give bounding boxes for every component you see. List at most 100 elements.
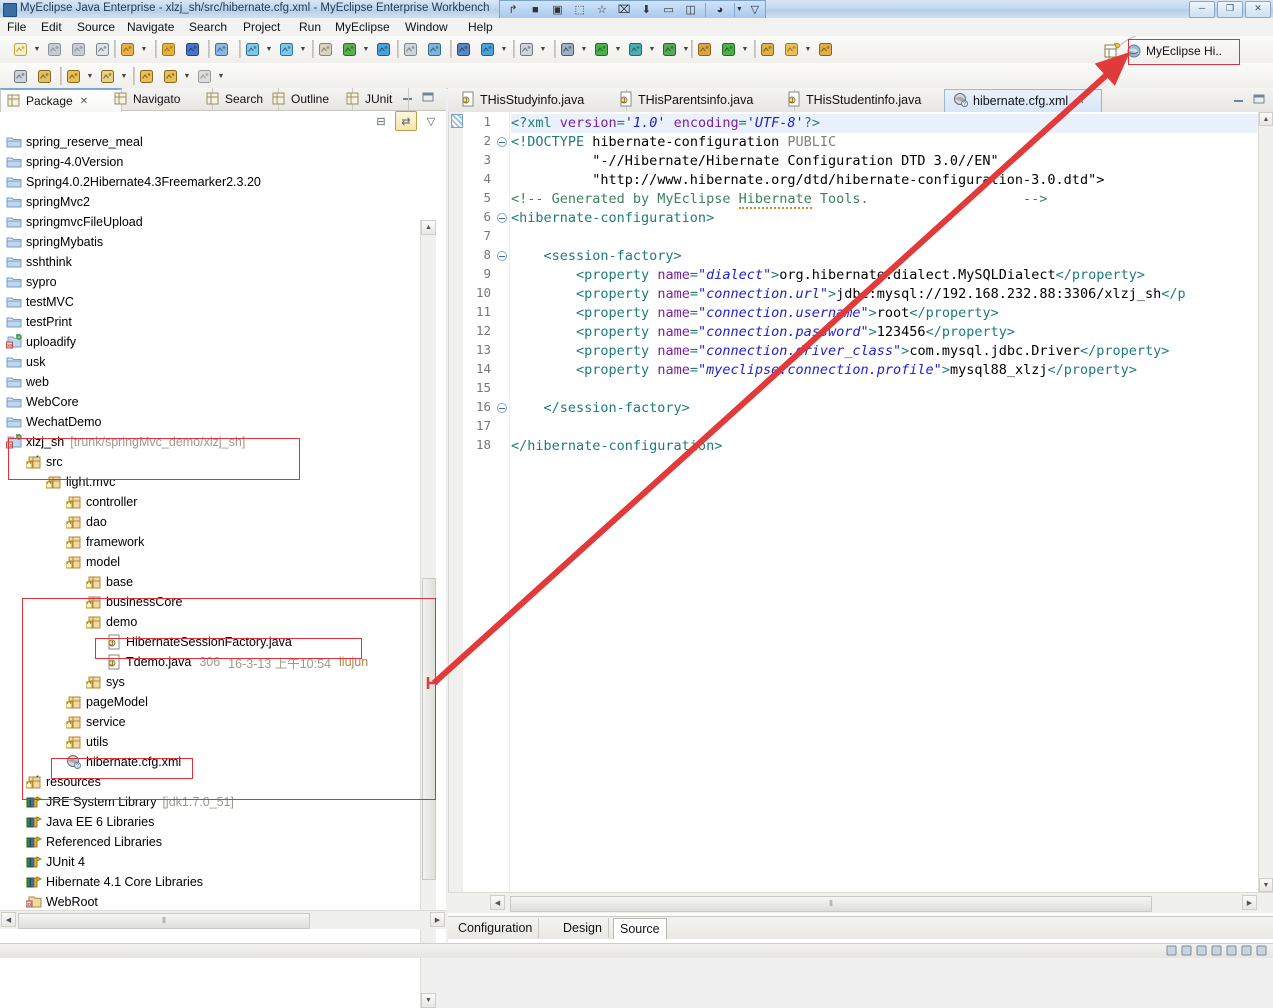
code-line[interactable]: </session-factory> [511, 399, 690, 418]
code-fold-toggle[interactable] [497, 213, 507, 223]
freehand-capture-icon[interactable]: ⬚ [570, 1, 590, 19]
previous-annotation-dropdown-arrow[interactable]: ▼ [119, 65, 129, 87]
tree-item[interactable]: WebCore [0, 392, 428, 412]
project-tree[interactable]: spring_reserve_meal spring-4.0Version Spri… [0, 132, 428, 1008]
annotation-icon[interactable] [32, 64, 56, 88]
window-icon[interactable] [1166, 945, 1177, 956]
profile-icon[interactable] [623, 37, 647, 61]
editor-maximize-button[interactable] [1251, 92, 1267, 106]
left-view-tab-navigato[interactable]: Navigato [108, 88, 213, 110]
snapshot-dropdown-arrow[interactable]: ▼ [538, 38, 548, 60]
menu-bar[interactable]: File Edit Source Navigate Search Project Run My… [0, 18, 1273, 37]
run-dropdown-arrow[interactable]: ▼ [613, 38, 623, 60]
search-dropdown-arrow[interactable]: ▼ [803, 38, 813, 60]
network-icon[interactable] [1256, 945, 1267, 956]
tree-item[interactable]: sypro [0, 272, 428, 292]
left-view-tab-junit[interactable]: JUnit [340, 88, 409, 110]
code-line[interactable]: <property name="connection.url">jdbc:mys… [511, 285, 1186, 304]
tree-item[interactable]: xx uploadify [0, 332, 428, 352]
tree-item[interactable]: J HibernateSessionFactory.java [0, 632, 428, 652]
save-icon[interactable] [42, 37, 66, 61]
tree-vscroll-thumb[interactable] [422, 578, 436, 880]
tree-item[interactable]: spring-4.0Version [0, 152, 428, 172]
forward-dropdown-arrow[interactable]: ▼ [216, 65, 226, 87]
tree-item[interactable]: Hibernate 4.1 Core Libraries [0, 872, 428, 892]
menu-search[interactable]: Search [184, 20, 232, 34]
region-capture-icon[interactable]: ▣ [547, 1, 567, 19]
palette-icon[interactable]: ◕ [710, 1, 730, 19]
tree-item[interactable]: J Tdemo.java 306 16-3-13 上午10:54 liujun [0, 652, 428, 672]
editor-tab-thisstudyinfo-java[interactable]: J THisStudyinfo.java [452, 89, 627, 111]
tree-item[interactable]: base [0, 572, 428, 592]
tree-item[interactable]: spring_reserve_meal [0, 132, 428, 152]
code-line[interactable]: <session-factory> [511, 247, 682, 266]
tree-item[interactable]: sys [0, 672, 428, 692]
tree-item[interactable]: Referenced Libraries [0, 832, 428, 852]
stop-server-dropdown-arrow[interactable]: ▼ [298, 38, 308, 60]
tree-item[interactable]: Java EE 6 Libraries [0, 812, 428, 832]
snapshot-icon[interactable] [514, 37, 538, 61]
print-icon[interactable] [90, 37, 114, 61]
palette-caret-icon[interactable]: ▼ [736, 6, 743, 13]
close-icon[interactable]: ✕ [1076, 96, 1084, 107]
tree-scroll-left-button[interactable]: ◀ [1, 912, 16, 927]
tree-item[interactable]: model [0, 552, 428, 572]
left-view-toolbar[interactable]: ⊟ ⇄ ▽ [370, 110, 442, 132]
tree-hscroll-thumb[interactable]: ⦀ [18, 913, 310, 929]
editor-horizontal-scrollbar[interactable]: ◀ ⦀ ▶ [448, 892, 1273, 913]
editor-tab-bar[interactable]: J THisStudyinfo.java J THisParentsinfo.java… [448, 88, 1273, 113]
new-wizard-dropdown-arrow[interactable]: ▼ [32, 38, 42, 60]
status-bar-icons[interactable] [1166, 945, 1267, 956]
minimize-button[interactable]: ─ [1189, 1, 1215, 18]
open-perspective-db-icon[interactable] [156, 37, 180, 61]
tree-item[interactable]: xx xlzj_sh [trunk/springMvc_demo/xlzj_sh] [0, 432, 428, 452]
run-deploy-dropdown-arrow[interactable]: ▼ [361, 38, 371, 60]
next-annotation-icon[interactable] [61, 64, 85, 88]
globe-dropdown-arrow[interactable]: ▼ [499, 38, 509, 60]
tree-item[interactable]: springMvc2 [0, 192, 428, 212]
tree-item[interactable]: usk [0, 352, 428, 372]
editor-scroll-left-button[interactable]: ◀ [490, 895, 505, 910]
code-line[interactable]: <property name="dialect">org.hibernate.d… [511, 266, 1145, 285]
tree-item[interactable]: ? hibernate.cfg.xml [0, 752, 428, 772]
code-line[interactable]: <property name="connection.driver_class"… [511, 342, 1169, 361]
forward-icon[interactable] [192, 64, 216, 88]
tree-item[interactable]: springmvcFileUpload [0, 212, 428, 232]
battery-icon[interactable] [1241, 945, 1252, 956]
menu-edit[interactable]: Edit [36, 20, 67, 34]
open-task-icon[interactable] [813, 37, 837, 61]
editor-tab-thisparentsinfo-java[interactable]: J THisParentsinfo.java [610, 89, 795, 111]
tree-item[interactable]: businessCore [0, 592, 428, 612]
tree-item[interactable]: testPrint [0, 312, 428, 332]
tree-horizontal-scrollbar[interactable]: ◀ ⦀ ▶ [0, 910, 446, 929]
deployment-manager-icon[interactable] [313, 37, 337, 61]
editor-scroll-up-button[interactable]: ▲ [1259, 112, 1273, 126]
sound-icon[interactable] [1226, 945, 1237, 956]
code-line[interactable]: <hibernate-configuration> [511, 209, 714, 228]
new-class-icon[interactable] [716, 37, 740, 61]
tree-scroll-down-button[interactable]: ▼ [421, 993, 436, 1008]
run-server-dropdown-arrow[interactable]: ▼ [264, 38, 274, 60]
code-line[interactable]: <property name="myeclipse.connection.pro… [511, 361, 1137, 380]
editor-page-tab-source[interactable]: Source [613, 918, 667, 939]
editor-page-tab-bar[interactable]: Configuration Design Source [448, 916, 1273, 939]
tree-item[interactable]: dao [0, 512, 428, 532]
scroll-capture-icon[interactable]: ⬇ [636, 1, 656, 19]
menu-help[interactable]: Help [463, 20, 498, 34]
report-icon[interactable] [451, 37, 475, 61]
hierarchy-icon[interactable] [8, 64, 32, 88]
code-line[interactable]: "http://www.hibernate.org/dtd/hibernate-… [511, 171, 1104, 190]
window-capture-icon[interactable]: ■ [525, 1, 545, 19]
tree-item[interactable]: framework [0, 532, 428, 552]
left-view-tab-package[interactable]: Package ✕ [0, 88, 122, 112]
new-class-dropdown-arrow[interactable]: ▼ [740, 38, 750, 60]
fullscreen-capture-icon[interactable]: ⌧ [614, 1, 634, 19]
code-line[interactable]: <?xml version='1.0' encoding='UTF-8'?> [511, 114, 1273, 133]
left-view-maximize-button[interactable] [420, 90, 436, 104]
tree-scroll-up-button[interactable]: ▲ [421, 220, 436, 235]
source-editor[interactable]: 1 2 3 4 5 6 7 8 9 10 11 12 13 14 15 16 17 18 <?xml versio… [448, 112, 1273, 892]
editor-tab-thisstudentinfo-java[interactable]: J THisStudentinfo.java [778, 89, 961, 111]
screen-icon[interactable] [1211, 945, 1222, 956]
window-controls[interactable]: ─ ❐ ✕ [1189, 1, 1271, 18]
tree-scroll-right-button[interactable]: ▶ [430, 912, 445, 927]
